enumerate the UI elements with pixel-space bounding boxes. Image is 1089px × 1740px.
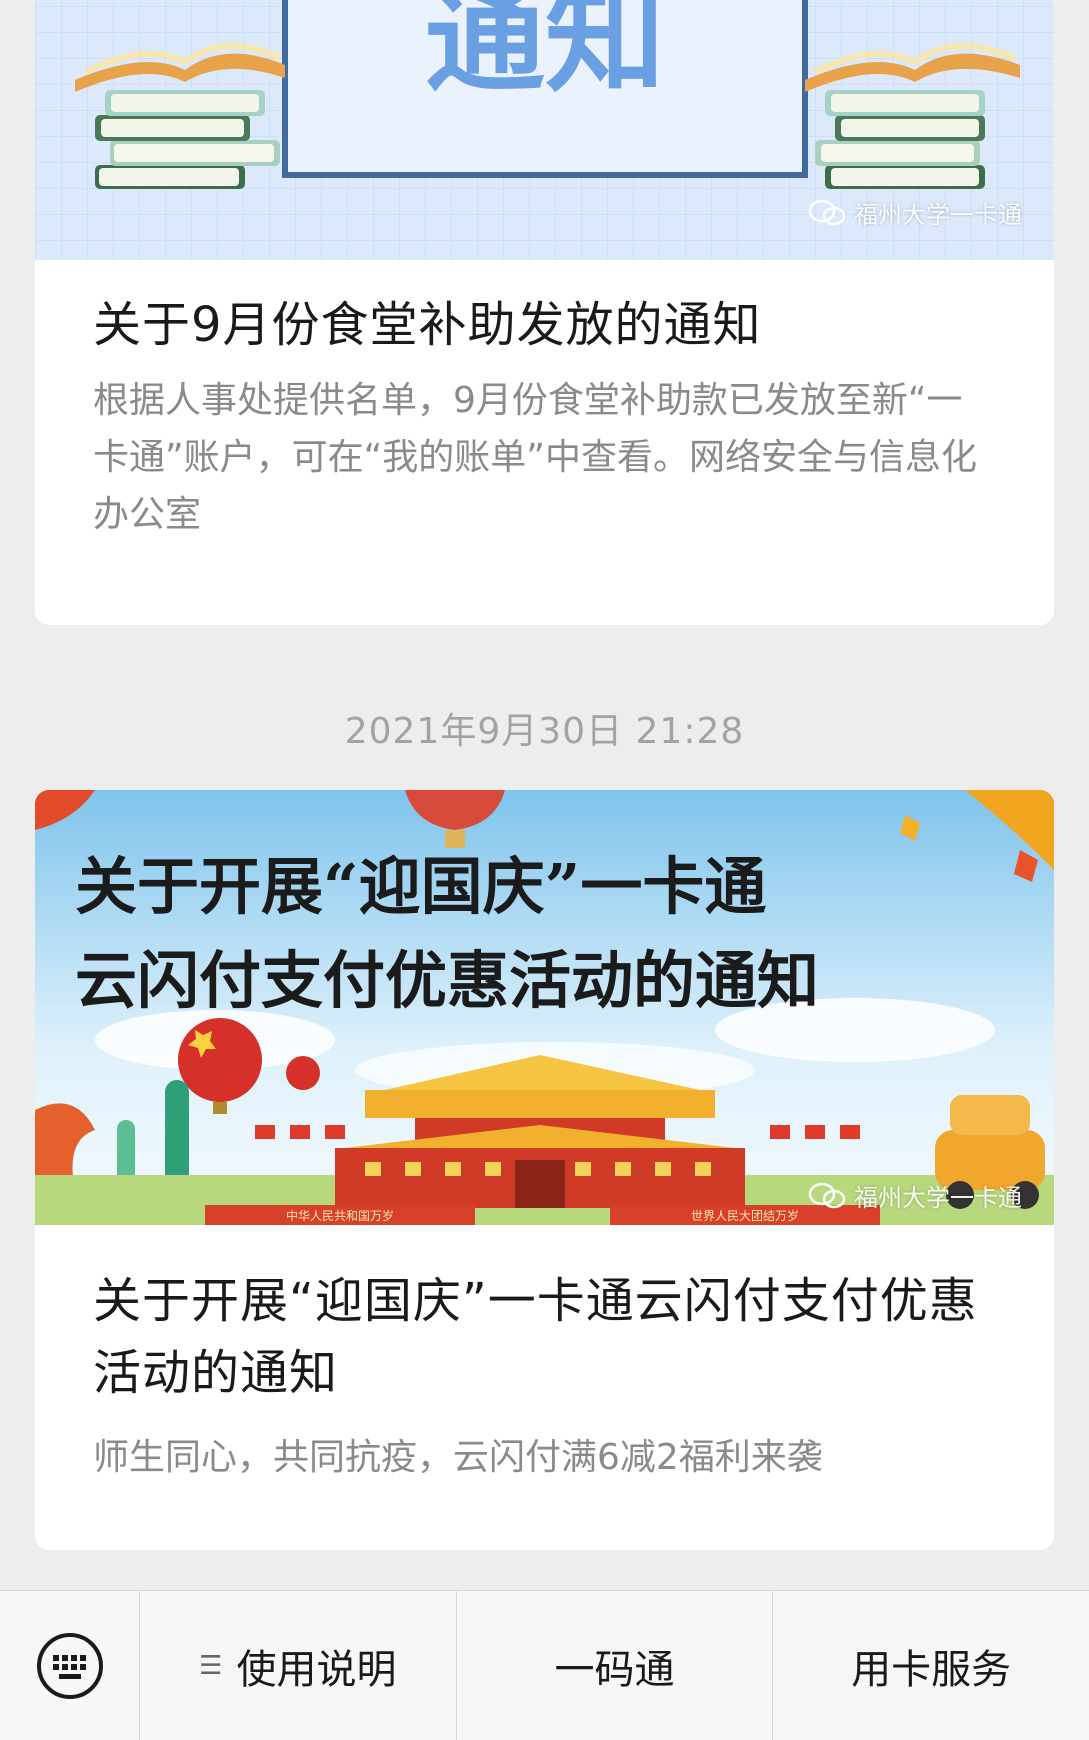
menu-item-label: 用卡服务 [851,1646,1012,1693]
watermark: 福州大学一卡通 [808,1178,1022,1213]
menu-item-card-services[interactable]: 用卡服务 [773,1591,1089,1740]
menu-item-label: 一码通 [554,1646,675,1693]
watermark: 福州大学一卡通 [808,195,1022,230]
article-title: 关于开展“迎国庆”一卡通云闪付支付优惠活动的通知 [93,1273,978,1401]
official-account-menu-bar: ☰ 使用说明 一码通 用卡服务 [0,1590,1089,1740]
banner-headline-line1: 关于开展“迎国庆”一卡通 [75,850,766,923]
article-card-national-day-promo[interactable]: 关于开展“迎国庆”一卡通 云闪付支付优惠活动的通知 中华人民共和国万岁 世界人民… [35,790,1054,1550]
message-feed[interactable]: 通知 福州大学一卡通 关于9月份食堂补助发放的通知 根据人事处提供名单，9月份食… [0,0,1089,1590]
banner-heading: 通知 [425,0,665,109]
menu-item-one-code-pass[interactable]: 一码通 [457,1591,774,1740]
banner-headline-line2: 云闪付支付优惠活动的通知 [75,944,819,1017]
national-day-banner-graphic: 关于开展“迎国庆”一卡通 云闪付支付优惠活动的通知 中华人民共和国万岁 世界人民… [35,790,1054,1225]
wechat-icon [808,199,846,225]
menu-item-label: 使用说明 [236,1646,397,1693]
keyboard-toggle-button[interactable] [0,1591,140,1740]
watermark-text: 福州大学一卡通 [854,1184,1022,1212]
wechat-icon [808,1182,846,1208]
banner-sign-left: 中华人民共和国万岁 [286,1208,394,1223]
article-title: 关于9月份食堂补助发放的通知 [93,297,762,353]
article-summary: 根据人事处提供名单，9月份食堂补助款已发放至新“一卡通”账户，可在“我的账单”中… [93,380,977,535]
article-banner-image: 通知 福州大学一卡通 [35,0,1054,260]
keyboard-icon [36,1632,103,1699]
article-card-canteen-subsidy[interactable]: 通知 福州大学一卡通 关于9月份食堂补助发放的通知 根据人事处提供名单，9月份食… [35,0,1054,625]
list-icon: ☰ [199,1650,223,1681]
article-banner-image: 关于开展“迎国庆”一卡通 云闪付支付优惠活动的通知 中华人民共和国万岁 世界人民… [35,790,1054,1225]
message-timestamp: 2021年9月30日 21:28 [344,711,745,752]
article-summary: 师生同心，共同抗疫，云闪付满6减2福利来袭 [93,1437,823,1478]
watermark-text: 福州大学一卡通 [854,201,1022,229]
banner-sign-right: 世界人民大团结万岁 [691,1208,799,1223]
menu-item-instructions[interactable]: ☰ 使用说明 [140,1591,457,1740]
